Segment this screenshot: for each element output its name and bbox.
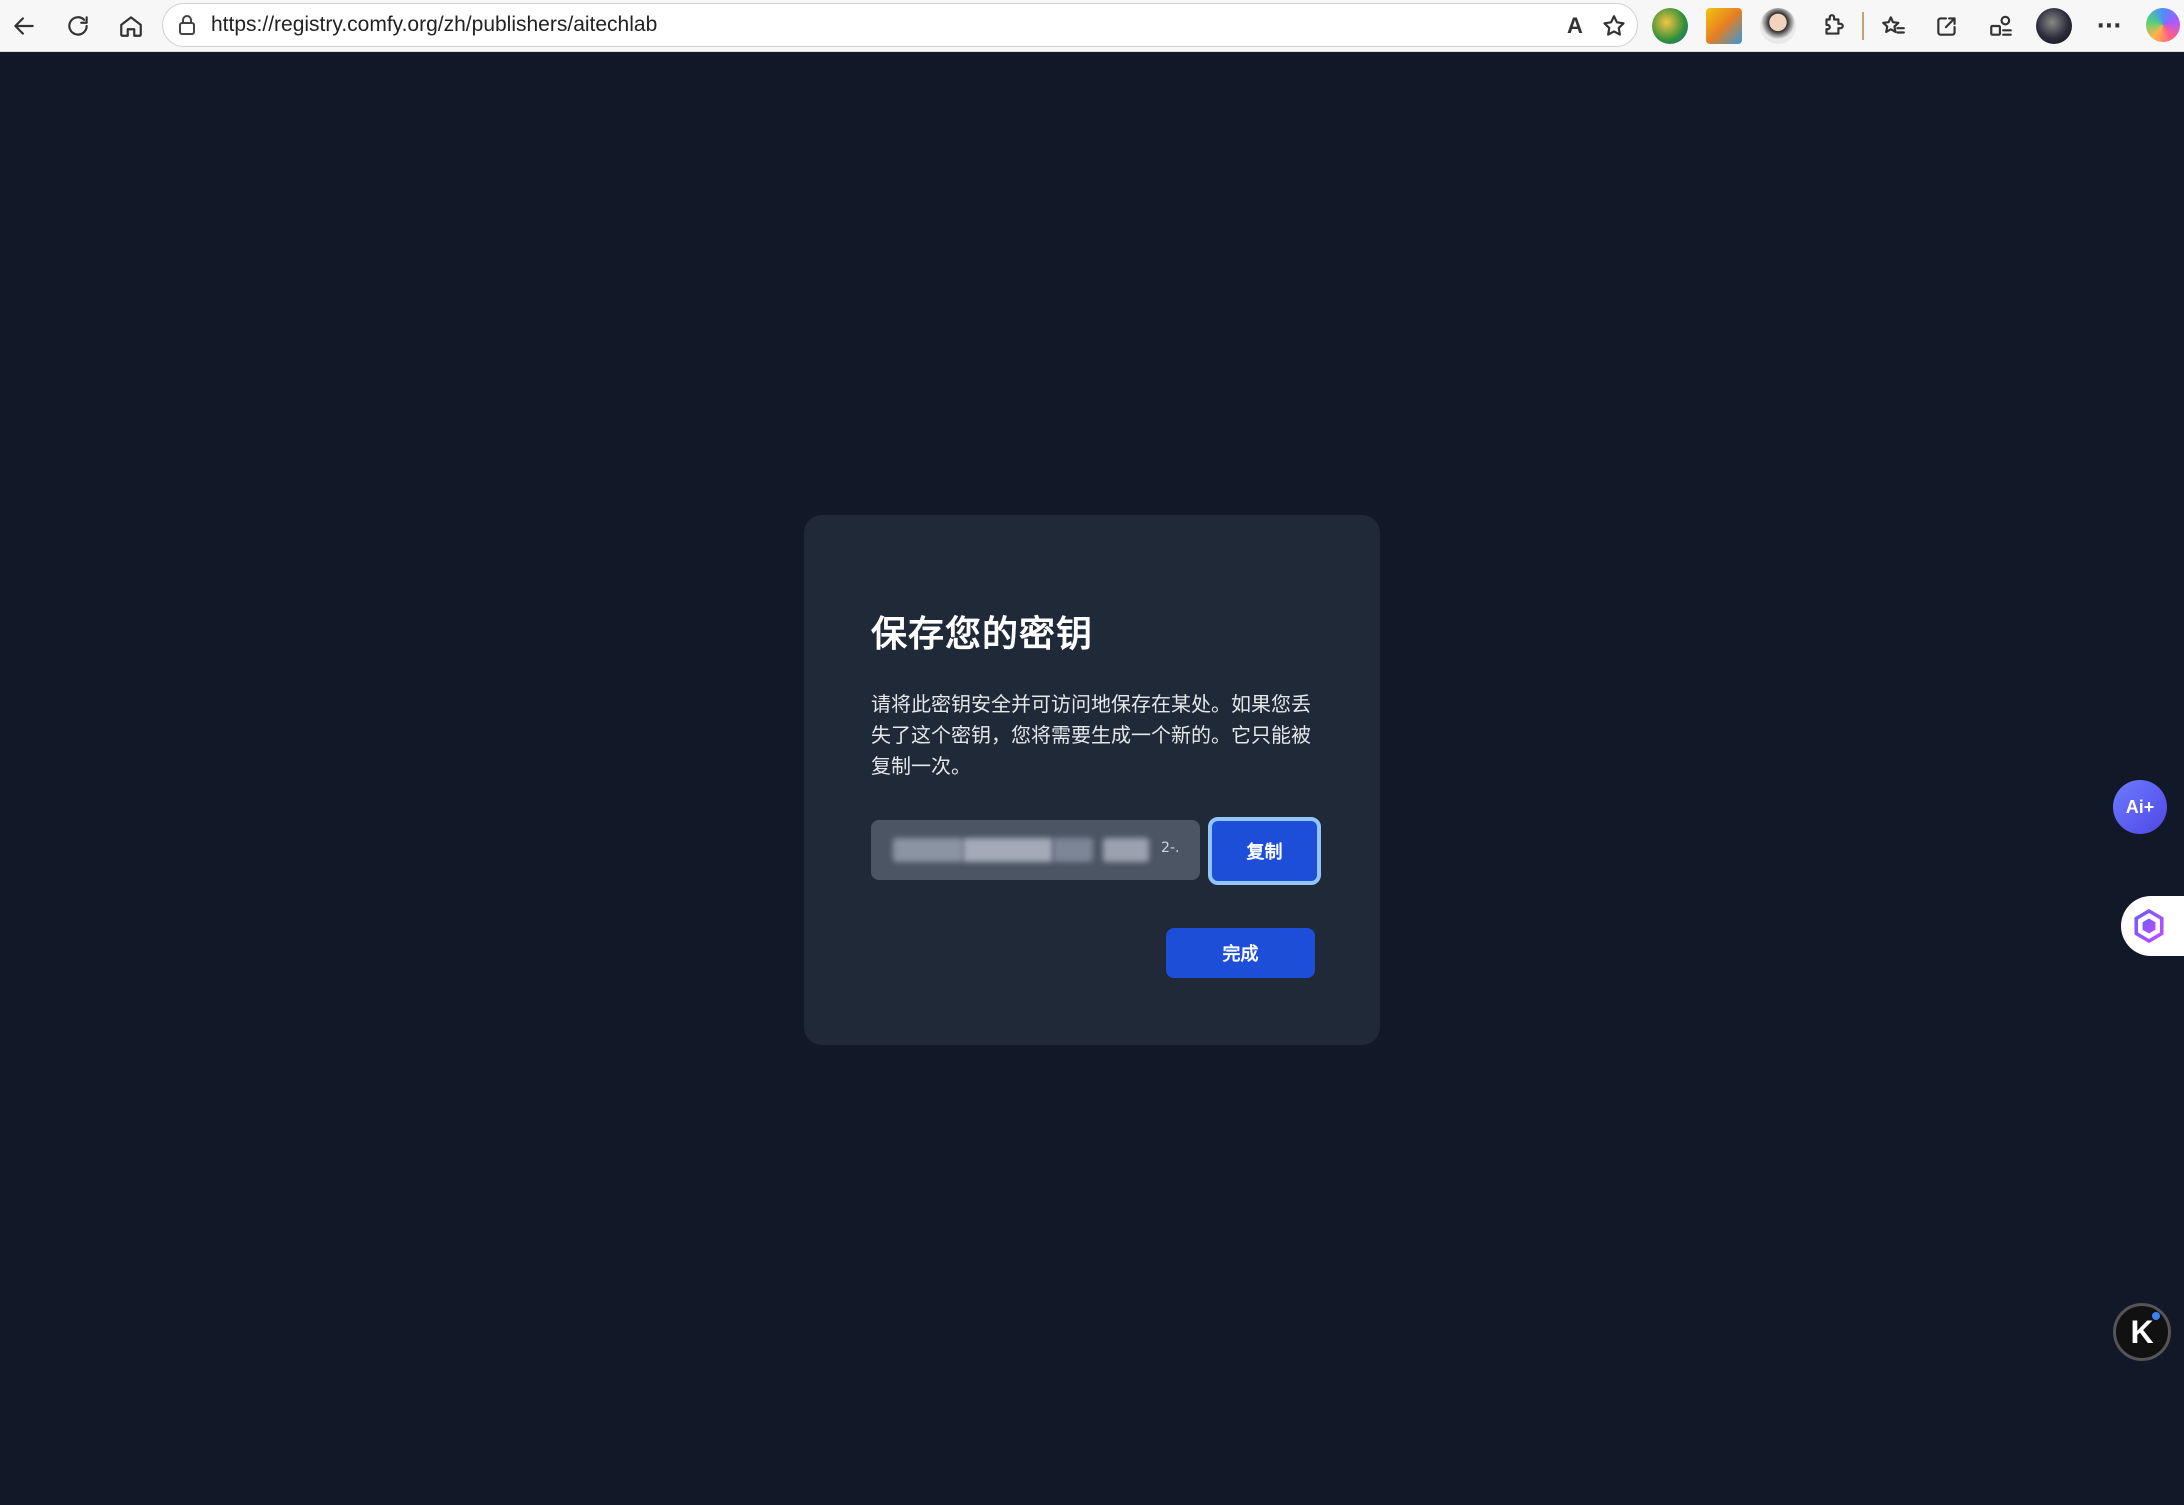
refresh-icon[interactable] [57,5,99,47]
ai-assistant-button[interactable]: Ai+ [2113,780,2167,834]
save-key-modal: 保存您的密钥 请将此密钥安全并可访问地保存在某处。如果您丢失了这个密钥，您将需要… [804,515,1380,1045]
redacted-key-segment [1053,838,1093,862]
modal-description: 请将此密钥安全并可访问地保存在某处。如果您丢失了这个密钥，您将需要生成一个新的。… [871,692,1311,778]
copilot-icon[interactable] [2146,8,2180,42]
redacted-key-segment [893,838,963,862]
extension-image-icon[interactable] [1706,8,1742,44]
share-icon[interactable] [1926,5,1968,47]
notification-dot [2152,1312,2160,1320]
toolbar-separator [1862,12,1864,40]
browser-toolbar: https://registry.comfy.org/zh/publishers… [0,0,2184,52]
lock-icon[interactable] [175,13,199,37]
k-assistant-button[interactable]: K [2113,1303,2171,1361]
collections-icon[interactable] [1980,5,2022,47]
done-button[interactable]: 完成 [1166,928,1315,978]
url-text[interactable]: https://registry.comfy.org/zh/publishers… [211,13,657,37]
modal-title: 保存您的密钥 [871,614,1094,655]
profile-avatar-icon[interactable] [2036,8,2072,44]
key-visible-suffix: 2-. [1161,840,1180,856]
redacted-key-segment [1103,838,1149,862]
read-aloud-icon[interactable]: A [1559,10,1591,42]
more-menu-icon[interactable]: ··· [2088,5,2130,47]
favorites-icon[interactable] [1872,5,1914,47]
back-icon[interactable] [3,5,45,47]
k-label: K [2130,1313,2154,1350]
copy-button[interactable]: 复制 [1208,817,1321,885]
extension-globe-icon[interactable] [1652,8,1688,44]
extension-avatar-icon[interactable] [1760,8,1796,44]
redacted-key-segment [963,838,1053,862]
home-icon[interactable] [110,5,152,47]
extensions-puzzle-icon[interactable] [1812,5,1854,47]
address-bar[interactable]: https://registry.comfy.org/zh/publishers… [162,3,1638,47]
api-key-field[interactable]: 2-. [871,820,1200,880]
hexagon-logo-icon [2134,908,2164,944]
side-panel-widget[interactable] [2121,896,2184,956]
favorite-star-icon[interactable] [1598,10,1630,42]
